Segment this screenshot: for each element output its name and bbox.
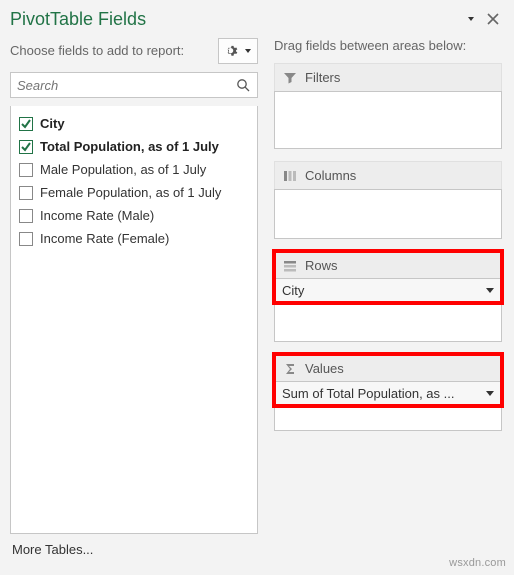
pane-options-dropdown[interactable]: [460, 8, 482, 30]
area-label: Columns: [305, 168, 356, 183]
area-values: Values Sum of Total Population, as ...: [274, 354, 502, 431]
area-filters: Filters: [274, 63, 502, 149]
drag-instruction: Drag fields between areas below:: [274, 38, 502, 53]
pane-header: PivotTable Fields: [0, 0, 514, 32]
area-columns-header: Columns: [274, 161, 502, 189]
choose-fields-label: Choose fields to add to report:: [10, 43, 218, 59]
area-rows-header: Rows: [274, 251, 502, 279]
rows-item-city[interactable]: City: [273, 278, 503, 303]
filters-dropzone[interactable]: [274, 91, 502, 149]
gear-icon: [225, 43, 241, 59]
filter-icon: [283, 71, 297, 85]
checkbox-icon: [19, 163, 33, 177]
search-box[interactable]: [10, 72, 258, 98]
columns-dropzone[interactable]: [274, 189, 502, 239]
field-label: Male Population, as of 1 July: [40, 162, 206, 177]
rows-item-label: City: [282, 283, 304, 298]
field-total-population[interactable]: Total Population, as of 1 July: [17, 135, 251, 158]
area-label: Filters: [305, 70, 340, 85]
checkbox-icon: [19, 209, 33, 223]
rows-dropzone[interactable]: [274, 302, 502, 342]
field-male-population[interactable]: Male Population, as of 1 July: [17, 158, 251, 181]
search-input[interactable]: [17, 78, 235, 93]
sigma-icon: [283, 362, 297, 376]
field-female-population[interactable]: Female Population, as of 1 July: [17, 181, 251, 204]
field-label: Income Rate (Male): [40, 208, 154, 223]
choose-fields-row: Choose fields to add to report:: [10, 38, 258, 64]
field-label: Income Rate (Female): [40, 231, 169, 246]
area-label: Values: [305, 361, 344, 376]
fields-column: Choose fields to add to report: City Tot…: [0, 32, 268, 575]
area-label: Rows: [305, 258, 338, 273]
values-dropzone[interactable]: [274, 405, 502, 431]
field-label: Total Population, as of 1 July: [40, 139, 219, 154]
area-values-header: Values: [274, 354, 502, 382]
fields-list: City Total Population, as of 1 July Male…: [10, 106, 258, 534]
chevron-down-icon: [486, 391, 494, 396]
field-label: City: [40, 116, 65, 131]
checkbox-icon: [19, 140, 33, 154]
close-icon: [487, 13, 499, 25]
chevron-down-icon: [245, 49, 251, 53]
area-columns: Columns: [274, 161, 502, 239]
tools-button[interactable]: [218, 38, 258, 64]
checkbox-icon: [19, 186, 33, 200]
close-button[interactable]: [482, 8, 504, 30]
area-filters-header: Filters: [274, 63, 502, 91]
values-item-sum-total-population[interactable]: Sum of Total Population, as ...: [273, 381, 503, 406]
field-income-rate-female[interactable]: Income Rate (Female): [17, 227, 251, 250]
rows-icon: [283, 259, 297, 273]
area-rows: Rows City: [274, 251, 502, 342]
values-item-label: Sum of Total Population, as ...: [282, 386, 454, 401]
field-city[interactable]: City: [17, 112, 251, 135]
field-label: Female Population, as of 1 July: [40, 185, 221, 200]
pane-title: PivotTable Fields: [10, 9, 460, 30]
pane-body: Choose fields to add to report: City Tot…: [0, 32, 514, 575]
more-tables-link[interactable]: More Tables...: [10, 534, 258, 565]
checkbox-icon: [19, 232, 33, 246]
field-income-rate-male[interactable]: Income Rate (Male): [17, 204, 251, 227]
chevron-down-icon: [486, 288, 494, 293]
values-highlight: Values Sum of Total Population, as ...: [274, 354, 502, 406]
columns-icon: [283, 169, 297, 183]
rows-highlight: Rows City: [274, 251, 502, 303]
checkbox-icon: [19, 117, 33, 131]
areas-column: Drag fields between areas below: Filters…: [268, 32, 514, 575]
search-icon: [235, 77, 251, 93]
pivottable-fields-pane: PivotTable Fields Choose fields to add t…: [0, 0, 514, 575]
